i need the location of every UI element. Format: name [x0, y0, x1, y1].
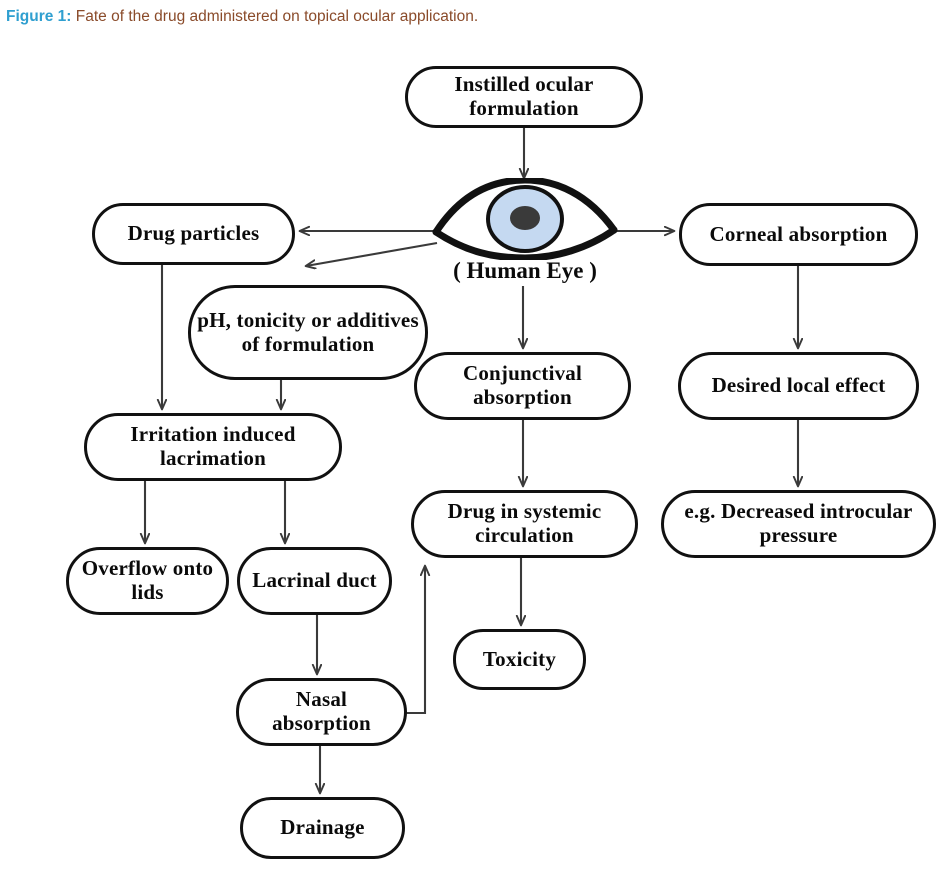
node-label: Corneal absorption	[709, 221, 888, 246]
node-corneal-absorption[interactable]: Corneal absorption	[679, 203, 918, 266]
human-eye-label: ( Human Eye )	[453, 258, 597, 283]
node-label: Drug in systemic circulation	[447, 499, 602, 547]
eye-pupil	[510, 206, 540, 230]
node-label: Nasal absorption	[272, 687, 371, 735]
node-irritation-induced-lacrimation[interactable]: Irritation induced lacrimation	[84, 413, 342, 481]
node-label: Desired local effect	[711, 373, 886, 398]
node-nasal-absorption[interactable]: Nasal absorption	[236, 678, 407, 746]
node-label: Conjunctival absorption	[462, 361, 583, 409]
flowchart-canvas: ( Human Eye ) Instilled ocular formulati…	[0, 0, 947, 878]
node-drug-particles[interactable]: Drug particles	[92, 203, 295, 265]
node-drainage[interactable]: Drainage	[240, 797, 405, 859]
node-label: Instilled ocular formulation	[454, 72, 594, 120]
node-label: Drug particles	[127, 221, 260, 246]
node-label: pH, tonicity or additives of formulation	[197, 307, 419, 356]
node-label: Lacrinal duct	[252, 568, 377, 593]
node-label: Irritation induced lacrimation	[130, 422, 296, 470]
node-desired-local-effect[interactable]: Desired local effect	[678, 352, 919, 420]
edge-nasal-to-systemic	[404, 566, 425, 715]
node-toxicity[interactable]: Toxicity	[453, 629, 586, 690]
node-lacrimal-duct[interactable]: Lacrinal duct	[237, 547, 392, 615]
node-drug-in-systemic-circulation[interactable]: Drug in systemic circulation	[411, 490, 638, 558]
node-label: Overflow onto lids	[81, 556, 214, 604]
node-ph-tonicity-additives[interactable]: pH, tonicity or additives of formulation	[188, 285, 428, 380]
node-label: e.g. Decreased introcular pressure	[684, 499, 913, 547]
node-decreased-introcular-pressure[interactable]: e.g. Decreased introcular pressure	[661, 490, 936, 558]
node-instilled-ocular-formulation[interactable]: Instilled ocular formulation	[405, 66, 643, 128]
node-label: Drainage	[280, 815, 365, 840]
node-overflow-onto-lids[interactable]: Overflow onto lids	[66, 547, 229, 615]
node-conjunctival-absorption[interactable]: Conjunctival absorption	[414, 352, 631, 420]
human-eye-illustration	[432, 176, 618, 262]
node-label: Toxicity	[482, 646, 557, 671]
